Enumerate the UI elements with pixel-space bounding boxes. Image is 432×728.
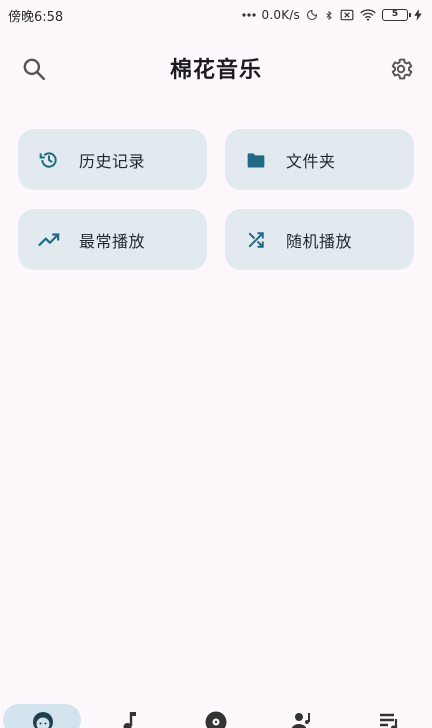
bluetooth-icon: [326, 10, 332, 20]
status-bar: 傍晚6:58 0.0K/s 5: [0, 0, 432, 30]
nav-item-playlists[interactable]: [346, 700, 432, 728]
folder-icon: [245, 149, 267, 171]
sim-off-icon: [340, 9, 354, 21]
folder-label: 文件夹: [286, 151, 336, 171]
battery-indicator: 5: [382, 9, 411, 21]
shuffle-card[interactable]: 随机播放: [225, 209, 414, 270]
history-icon: [38, 149, 60, 171]
page-title: 棉花音乐: [169, 58, 262, 83]
nav-item-home[interactable]: [0, 700, 86, 728]
shuffle-icon: [245, 229, 267, 251]
nav-item-songs[interactable]: [87, 700, 173, 728]
history-label: 历史记录: [79, 151, 146, 171]
app-bar: 棉花音乐: [0, 40, 432, 96]
shuffle-label: 随机播放: [286, 231, 353, 251]
most-played-card[interactable]: 最常播放: [18, 209, 207, 270]
most-played-label: 最常播放: [79, 231, 146, 251]
moon-icon: [307, 9, 318, 20]
folder-card[interactable]: 文件夹: [225, 129, 414, 190]
face-icon: [33, 712, 54, 728]
status-time: 傍晚6:58: [8, 9, 64, 25]
more-dots-icon: [241, 13, 256, 17]
wifi-icon: [360, 9, 376, 21]
history-card[interactable]: 历史记录: [18, 129, 207, 190]
trending-up-icon: [38, 229, 60, 251]
nav-item-artists[interactable]: [259, 700, 345, 728]
settings-button[interactable]: [386, 54, 416, 84]
music-note-icon: [123, 712, 136, 728]
search-button[interactable]: [19, 54, 49, 84]
net-speed: 0.0K/s: [261, 8, 300, 22]
search-icon: [23, 58, 46, 81]
quick-actions-grid: 历史记录 文件夹 最常播放 随机播放: [18, 129, 414, 270]
bottom-nav: [0, 700, 432, 728]
charging-icon: [414, 9, 422, 21]
gear-icon: [391, 58, 413, 80]
album-icon: [205, 711, 227, 728]
nav-item-albums[interactable]: [173, 700, 259, 728]
status-icons: 0.0K/s 5: [241, 8, 422, 22]
artist-icon: [292, 713, 311, 728]
playlist-icon: [379, 713, 397, 728]
